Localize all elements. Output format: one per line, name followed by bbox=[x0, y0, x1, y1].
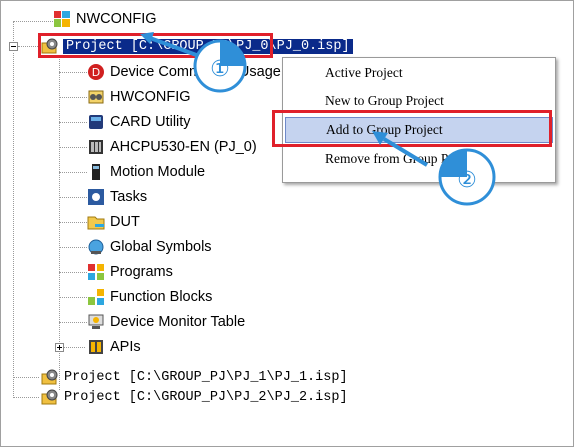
tree-item-label: Project [C:\GROUP_PJ\PJ_1\PJ_1.isp] bbox=[64, 369, 348, 385]
tree-item-label: Programs bbox=[110, 264, 173, 280]
tree-line bbox=[59, 272, 87, 273]
step-2-callout: ② bbox=[372, 131, 496, 206]
tree-item-project-1[interactable]: Project [C:\GROUP_PJ\PJ_1\PJ_1.isp] bbox=[41, 367, 348, 387]
tree-item-motion-module[interactable]: Motion Module bbox=[87, 162, 205, 182]
menu-item-new-to-group-project[interactable]: New to Group Project bbox=[285, 88, 553, 114]
tree-line bbox=[59, 247, 87, 248]
tasks-icon bbox=[87, 188, 105, 206]
tree-line bbox=[59, 322, 87, 323]
tree-item-label: Project [C:\GROUP_PJ\PJ_2\PJ_2.isp] bbox=[64, 389, 348, 405]
tree-line bbox=[59, 222, 87, 223]
device-monitor-icon bbox=[87, 313, 105, 331]
menu-item-label: New to Group Project bbox=[325, 93, 444, 108]
tree-item-label: DUT bbox=[110, 214, 140, 230]
tree-item-dut-folder[interactable]: DUT bbox=[87, 212, 140, 232]
step-1-callout: ① bbox=[140, 32, 247, 93]
expand-toggle[interactable] bbox=[55, 343, 64, 352]
step-1-number: ① bbox=[210, 57, 230, 82]
tree-line bbox=[59, 147, 87, 148]
tree-item-label: Motion Module bbox=[110, 164, 206, 180]
tree-item-label: Device Monitor Table bbox=[110, 314, 246, 330]
tree-item-cpu[interactable]: AHCPU530-EN (PJ_0) bbox=[87, 137, 257, 157]
project-gear-icon bbox=[41, 368, 59, 386]
menu-item-label: Active Project bbox=[325, 65, 403, 80]
tree-line bbox=[13, 397, 39, 398]
tree-line bbox=[59, 72, 87, 73]
tree-item-project-2[interactable]: Project [C:\GROUP_PJ\PJ_2\PJ_2.isp] bbox=[41, 387, 348, 407]
apis-icon bbox=[87, 338, 105, 356]
collapse-toggle[interactable] bbox=[9, 42, 18, 51]
device-comment-icon: D bbox=[87, 63, 105, 81]
tree-line bbox=[59, 297, 87, 298]
tree-line bbox=[59, 122, 87, 123]
tree-item-function-blocks[interactable]: Function Blocks bbox=[87, 287, 212, 307]
project-gear-icon bbox=[41, 37, 59, 55]
tree-line bbox=[13, 21, 53, 22]
tree-item-label: Function Blocks bbox=[110, 289, 213, 305]
programs-icon bbox=[87, 263, 105, 281]
svg-text:D: D bbox=[92, 66, 100, 79]
step-2-number: ② bbox=[457, 168, 477, 193]
tree-item-label: Tasks bbox=[110, 189, 148, 205]
tree-line bbox=[59, 56, 60, 390]
tree-line bbox=[13, 377, 39, 378]
nwconfig-icon bbox=[53, 10, 71, 28]
tree-item-card-utility[interactable]: CARD Utility bbox=[87, 112, 191, 132]
global-symbols-icon bbox=[87, 238, 105, 256]
menu-item-active-project[interactable]: Active Project bbox=[285, 60, 553, 86]
function-blocks-icon bbox=[87, 288, 105, 306]
tree-item-label: Global Symbols bbox=[110, 239, 212, 255]
dut-folder-icon bbox=[87, 213, 105, 231]
tree-line bbox=[13, 53, 14, 398]
tree-item-global-symbols[interactable]: Global Symbols bbox=[87, 237, 212, 257]
tree-item-programs[interactable]: Programs bbox=[87, 262, 173, 282]
project-gear-icon bbox=[41, 388, 59, 406]
card-utility-icon bbox=[87, 113, 105, 131]
tree-item-tasks[interactable]: Tasks bbox=[87, 187, 147, 207]
tree-item-label: AHCPU530-EN (PJ_0) bbox=[110, 139, 257, 155]
motion-module-icon bbox=[87, 163, 105, 181]
tree-item-apis[interactable]: APIs bbox=[87, 337, 141, 357]
cpu-icon bbox=[87, 138, 105, 156]
tree-item-label: APIs bbox=[110, 339, 141, 355]
tree-line bbox=[18, 46, 38, 47]
hwconfig-icon bbox=[87, 88, 105, 106]
tree-line bbox=[59, 97, 87, 98]
tree-line bbox=[59, 197, 87, 198]
tree-item-label: CARD Utility bbox=[110, 114, 191, 130]
tree-item-device-monitor[interactable]: Device Monitor Table bbox=[87, 312, 245, 332]
tree-line bbox=[59, 172, 87, 173]
